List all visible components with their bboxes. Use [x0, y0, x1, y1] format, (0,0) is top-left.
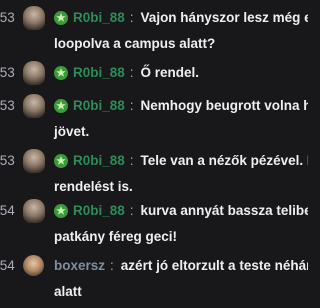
chat-message: :53 R0bi_88:Vajon hányszor lesz még ez l… [0, 5, 308, 57]
avatar[interactable] [23, 199, 45, 223]
avatar[interactable] [23, 61, 45, 85]
avatar[interactable] [23, 94, 45, 118]
chat-message: :53 R0bi_88:Nemhogy beugrott volna haza … [0, 93, 308, 145]
message-text-continued: loopolva a campus alatt? [54, 36, 216, 51]
username[interactable]: R0bi_88: Vajon hányszor lesz még ez [73, 5, 308, 31]
message-text: azért jó eltorzult a teste néhány év [120, 258, 308, 273]
username[interactable]: R0bi_88: Ő rendel. [73, 60, 199, 86]
timestamp: :53 [0, 153, 15, 168]
message-text: Nemhogy beugrott volna haza [140, 98, 308, 113]
chat-message-line: :54 boxersz:azért jó eltorzult a teste n… [0, 253, 308, 279]
subscriber-badge-icon[interactable] [53, 65, 69, 81]
username[interactable]: R0bi_88: Tele van a nézők pézével. Fiz [73, 148, 308, 174]
message-text: kurva annyát bassza telibe ez [140, 203, 308, 218]
subscriber-badge-icon[interactable] [53, 203, 69, 219]
chat-message: :53 R0bi_88:Ő rendel. [0, 60, 308, 86]
avatar[interactable] [23, 255, 44, 276]
subscriber-badge-icon[interactable] [53, 98, 69, 114]
avatar[interactable] [23, 6, 45, 30]
username[interactable]: boxersz:azért jó eltorzult a teste néhán… [54, 253, 308, 279]
subscriber-badge-icon[interactable] [53, 10, 69, 26]
message-text-continued: rendelést is. [54, 179, 133, 194]
chat-message: :54 boxersz:azért jó eltorzult a teste n… [0, 253, 308, 305]
message-text: Ő rendel. [140, 65, 200, 80]
avatar[interactable] [23, 149, 45, 173]
message-text-continued: alatt [54, 284, 82, 299]
timestamp: :53 [0, 65, 15, 80]
username[interactable]: R0bi_88:Nemhogy beugrott volna haza [73, 93, 308, 119]
timestamp: :53 [0, 10, 15, 25]
message-text: Tele van a nézők pézével. Fiz [140, 153, 308, 168]
timestamp: :54 [0, 258, 15, 273]
chat-message: :53 R0bi_88:Tele van a nézők pézével. Fi… [0, 148, 308, 200]
chat-message: :54 R0bi_88:kurva annyát bassza telibe e… [0, 198, 308, 250]
chat-message-line: :53 R0bi_88:Vajon hányszor lesz még ez [0, 5, 308, 31]
message-text: Vajon hányszor lesz még ez [140, 10, 308, 25]
timestamp: :53 [0, 98, 15, 113]
chat-message-line: :54 R0bi_88:kurva annyát bassza telibe e… [0, 198, 308, 224]
chat-message-line: :53 R0bi_88:Nemhogy beugrott volna haza [0, 93, 308, 119]
username[interactable]: R0bi_88:kurva annyát bassza telibe ez [73, 198, 308, 224]
message-text-continued: jövet. [54, 124, 90, 139]
chat-log: :53 R0bi_88:Vajon hányszor lesz még ez l… [0, 0, 308, 308]
chat-message-line: :53 R0bi_88:Tele van a nézők pézével. Fi… [0, 148, 308, 174]
subscriber-badge-icon[interactable] [53, 153, 69, 169]
chat-message-line: :53 R0bi_88:Ő rendel. [0, 60, 308, 86]
message-text-continued: patkány féreg geci! [54, 229, 178, 244]
timestamp: :54 [0, 203, 15, 218]
